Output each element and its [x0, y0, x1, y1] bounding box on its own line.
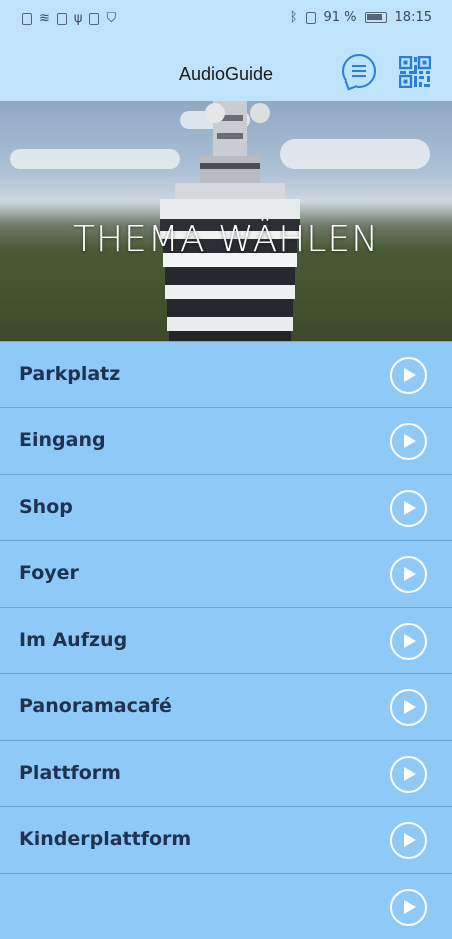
- play-icon[interactable]: [390, 889, 427, 926]
- vibrate-icon: [305, 11, 316, 24]
- topic-row-im-aufzug[interactable]: Im Aufzug: [0, 607, 452, 673]
- qr-code-icon[interactable]: [399, 56, 431, 88]
- bluetooth-notification-icon: [22, 12, 32, 25]
- topic-label: Foyer: [19, 562, 79, 584]
- topic-row-plattform[interactable]: Plattform: [0, 740, 452, 806]
- usb-icon: ψ: [73, 11, 83, 26]
- bluetooth-icon: ᛒ: [289, 10, 298, 25]
- clock: 18:15: [394, 10, 432, 25]
- play-icon[interactable]: [390, 822, 427, 859]
- status-icons-left: ≋ ψ ⛉: [22, 11, 116, 26]
- topic-label: Im Aufzug: [19, 629, 128, 651]
- topic-label: Parkplatz: [19, 363, 121, 385]
- hero-title: THEMA WÄHLEN: [73, 219, 379, 260]
- topic-label: Plattform: [19, 762, 121, 784]
- topic-label: Kinderplattform: [19, 828, 192, 850]
- topic-row-eingang[interactable]: Eingang: [0, 407, 452, 473]
- topic-row-parkplatz[interactable]: Parkplatz: [0, 341, 452, 407]
- play-icon[interactable]: [390, 423, 427, 460]
- play-icon[interactable]: [390, 490, 427, 527]
- topic-label: Eingang: [19, 429, 106, 451]
- status-bar: ≋ ψ ⛉ ᛒ 91 % 18:15: [0, 0, 452, 38]
- chat-list-icon[interactable]: [342, 54, 376, 91]
- play-icon[interactable]: [390, 689, 427, 726]
- play-icon[interactable]: [390, 623, 427, 660]
- hero-banner: THEMA WÄHLEN: [0, 101, 452, 341]
- topic-label: Shop: [19, 496, 73, 518]
- play-icon[interactable]: [390, 357, 427, 394]
- topic-row-kinderplattform[interactable]: Kinderplattform: [0, 806, 452, 872]
- battery-icon: [364, 12, 387, 23]
- topic-row-panoramacafe[interactable]: Panoramacafé: [0, 673, 452, 739]
- status-icons-right: ᛒ 91 % 18:15: [290, 10, 432, 25]
- shield-icon: ⛉: [106, 11, 117, 26]
- play-icon[interactable]: [390, 756, 427, 793]
- topic-row-partial[interactable]: [0, 873, 452, 939]
- topic-label: Panoramacafé: [19, 695, 172, 717]
- play-icon[interactable]: [390, 556, 427, 593]
- battery-percent: 91 %: [323, 10, 357, 25]
- app-title: AudioGuide: [178, 64, 274, 84]
- nfc-icon: [56, 12, 67, 25]
- sim-icon: [89, 12, 100, 25]
- wifi-icon: ≋: [39, 11, 50, 26]
- app-header: AudioGuide: [0, 38, 452, 101]
- topic-row-shop[interactable]: Shop: [0, 474, 452, 540]
- topic-row-foyer[interactable]: Foyer: [0, 540, 452, 606]
